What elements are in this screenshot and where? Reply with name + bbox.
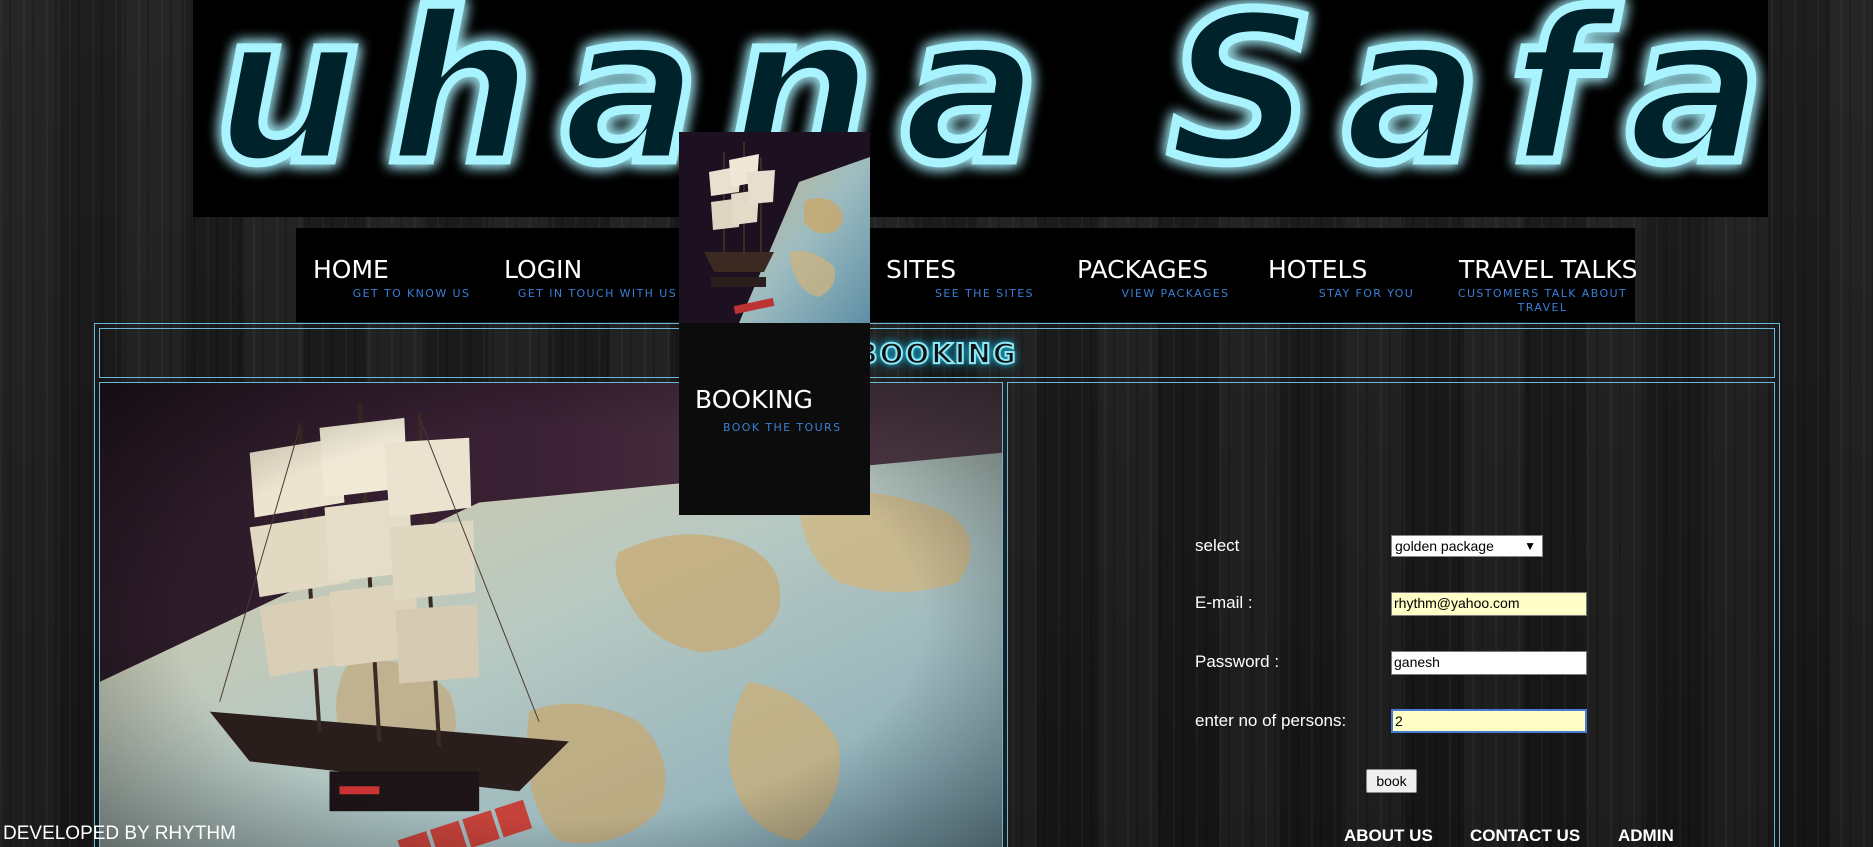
nav-sub-packages: VIEW PACKAGES <box>1121 287 1230 300</box>
nav-sub-booking: BOOK THE TOURS <box>723 421 842 434</box>
main-nav: HOME GET TO KNOW US LOGIN GET IN TOUCH W… <box>296 228 1638 322</box>
booking-thumbnail <box>679 132 870 323</box>
nav-sub-sites: SEE THE SITES <box>935 287 1034 300</box>
nav-item-login[interactable]: LOGIN GET IN TOUCH WITH US <box>487 256 678 316</box>
nav-label-packages[interactable]: PACKAGES <box>1060 256 1251 284</box>
nav-item-travel-talks[interactable]: TRAVEL TALKS CUSTOMERS TALK ABOUT TRAVEL <box>1442 256 1638 316</box>
developer-credit: DEVELOPED BY RHYTHM <box>3 823 236 844</box>
nav-label-login[interactable]: LOGIN <box>487 256 678 284</box>
nav-item-home[interactable]: HOME GET TO KNOW US <box>296 256 487 316</box>
nav-sub-travel-talks: CUSTOMERS TALK ABOUT TRAVEL <box>1457 287 1628 314</box>
book-button[interactable]: book <box>1366 769 1417 793</box>
nav-label-home[interactable]: HOME <box>296 256 487 284</box>
site-banner: Suhana Safar <box>193 0 1768 217</box>
nav-item-packages[interactable]: PACKAGES VIEW PACKAGES <box>1060 256 1251 316</box>
email-field[interactable]: rhythm@yahoo.com <box>1391 592 1587 616</box>
nav-label-travel-talks[interactable]: TRAVEL TALKS <box>1442 256 1638 284</box>
email-label: E-mail : <box>1195 593 1253 612</box>
password-label: Password : <box>1195 652 1280 671</box>
persons-field[interactable]: 2 <box>1391 709 1587 733</box>
nav-item-booking[interactable]: BOOKING BOOK THE TOURS <box>679 132 870 515</box>
footer-link-admin[interactable]: ADMIN <box>1618 826 1674 846</box>
content-frame: BOOKING <box>94 323 1780 847</box>
nav-item-hotels[interactable]: HOTELS STAY FOR YOU <box>1251 256 1442 316</box>
chevron-down-icon: ▼ <box>1524 539 1536 553</box>
logo-text: Suhana Safar <box>193 0 1768 209</box>
footer-link-contact[interactable]: CONTACT US <box>1470 826 1580 846</box>
package-select-label: select <box>1195 536 1240 555</box>
footer-link-about[interactable]: ABOUT US <box>1344 826 1433 846</box>
nav-label-hotels[interactable]: HOTELS <box>1251 256 1442 284</box>
banner-logo: Suhana Safar <box>193 0 1768 217</box>
nav-item-sites[interactable]: SITES SEE THE SITES <box>869 256 1060 316</box>
nav-label-sites[interactable]: SITES <box>869 256 1060 284</box>
package-select[interactable]: golden package ▼ <box>1391 535 1543 557</box>
nav-sub-hotels: STAY FOR YOU <box>1318 287 1415 300</box>
password-field[interactable]: ganesh <box>1391 651 1587 675</box>
nav-label-booking[interactable]: BOOKING <box>695 386 813 414</box>
nav-sub-login: GET IN TOUCH WITH US <box>517 287 678 300</box>
package-select-value: golden package <box>1395 538 1494 554</box>
persons-label: enter no of persons: <box>1195 711 1347 730</box>
nav-sub-home: GET TO KNOW US <box>352 287 471 300</box>
page-title: BOOKING <box>855 336 1018 371</box>
title-row: BOOKING <box>99 328 1775 378</box>
